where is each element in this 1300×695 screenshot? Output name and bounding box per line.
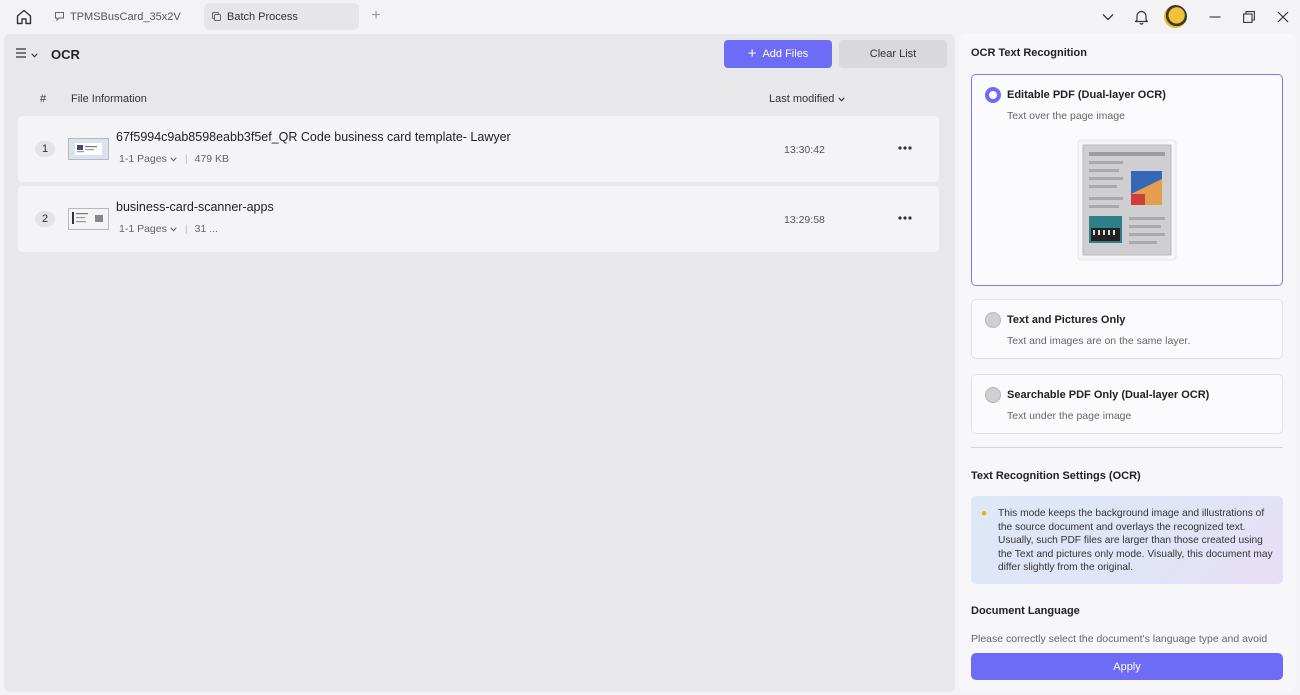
option-description: Text over the page image [1007,110,1125,122]
clear-list-button[interactable]: Clear List [839,40,947,68]
option-description: Text under the page image [1007,410,1132,422]
option-title: Searchable PDF Only (Dual-layer OCR) [1007,389,1210,401]
more-options-icon[interactable] [894,140,916,156]
file-list-panel: OCR + Add Files Clear List # File Inform… [4,34,955,692]
lightbulb-icon: ● [981,508,988,519]
language-title: Document Language [971,605,1080,617]
menu-toggle[interactable] [15,46,41,62]
divider [971,447,1283,448]
table-row[interactable]: 1 67f5994c9ab8598eabb3f5ef_QR Code busin… [18,116,939,182]
option-searchable-pdf[interactable]: Searchable PDF Only (Dual-layer OCR) Tex… [971,374,1283,434]
file-name: business-card-scanner-apps [116,200,274,214]
home-icon[interactable] [12,6,36,28]
option-title: Editable PDF (Dual-layer OCR) [1007,89,1166,101]
radio-button[interactable] [985,312,1001,328]
file-name: 67f5994c9ab8598eabb3f5ef_QR Code busines… [116,130,511,144]
file-thumbnail [68,138,109,160]
row-number: 1 [35,141,55,157]
tab-tpmsbuscard[interactable]: TPMSBusCard_35x2V [47,3,197,30]
page-range-dropdown[interactable]: 1-1 Pages [119,223,177,235]
chevron-down-icon[interactable] [1095,6,1121,28]
page-range: 1-1 Pages [119,153,167,165]
restore-icon[interactable] [1236,6,1262,28]
sort-last-modified[interactable]: Last modified [769,93,846,105]
document-preview-illustration [1077,139,1177,261]
hamburger-icon [15,47,27,62]
row-number: 2 [35,211,55,227]
page-range: 1-1 Pages [119,223,167,235]
radio-button[interactable] [985,87,1001,103]
chevron-down-icon [170,223,177,235]
file-size: 31 ... [194,223,218,235]
divider: | [184,223,188,235]
page-title: OCR [51,47,80,62]
column-header-number: # [40,93,47,105]
apply-button[interactable]: Apply [971,653,1283,680]
comment-icon [54,11,66,23]
modified-time: 13:29:58 [784,214,825,226]
option-title: Text and Pictures Only [1007,314,1126,326]
title-bar: TPMSBusCard_35x2V Batch Process + [0,0,1300,34]
avatar[interactable] [1164,5,1187,28]
language-description: Please correctly select the document's l… [971,633,1268,645]
close-icon[interactable] [1270,6,1296,28]
file-size: 479 KB [194,153,230,165]
column-header-modified: Last modified [769,93,835,105]
plus-icon: + [747,45,757,62]
column-header-file-info: File Information [71,93,147,105]
modified-time: 13:30:42 [784,144,825,156]
minimize-icon[interactable] [1202,6,1228,28]
file-thumbnail [68,208,109,230]
ocr-settings-panel: OCR Text Recognition Editable PDF (Dual-… [959,34,1296,692]
settings-title: Text Recognition Settings (OCR) [971,470,1141,482]
divider: | [184,153,188,165]
add-files-button[interactable]: + Add Files [724,40,832,68]
add-files-label: Add Files [762,48,809,60]
tab-batch-process[interactable]: Batch Process [204,3,359,30]
chevron-down-icon [170,153,177,165]
more-options-icon[interactable] [894,210,916,226]
tab-label: Batch Process [227,10,298,23]
table-row[interactable]: 2 business-card-scanner-apps 1-1 Pages |… [18,186,939,252]
settings-info-text: This mode keeps the background image and… [998,508,1273,573]
add-tab-button[interactable]: + [368,8,384,24]
copy-icon [211,11,223,23]
file-meta: 1-1 Pages | 479 KB [119,153,229,165]
chevron-down-icon [838,93,846,105]
file-meta: 1-1 Pages | 31 ... [119,223,218,235]
tab-label: TPMSBusCard_35x2V [70,10,181,23]
option-text-and-pictures[interactable]: Text and Pictures Only Text and images a… [971,299,1283,359]
page-range-dropdown[interactable]: 1-1 Pages [119,153,177,165]
option-description: Text and images are on the same layer. [1007,335,1191,347]
info-box: ● This mode keeps the background image a… [971,496,1283,584]
option-editable-pdf[interactable]: Editable PDF (Dual-layer OCR) Text over … [971,74,1283,286]
chevron-down-icon [31,47,38,61]
bell-icon[interactable] [1128,6,1154,28]
ocr-panel-title: OCR Text Recognition [971,47,1087,59]
radio-button[interactable] [985,387,1001,403]
